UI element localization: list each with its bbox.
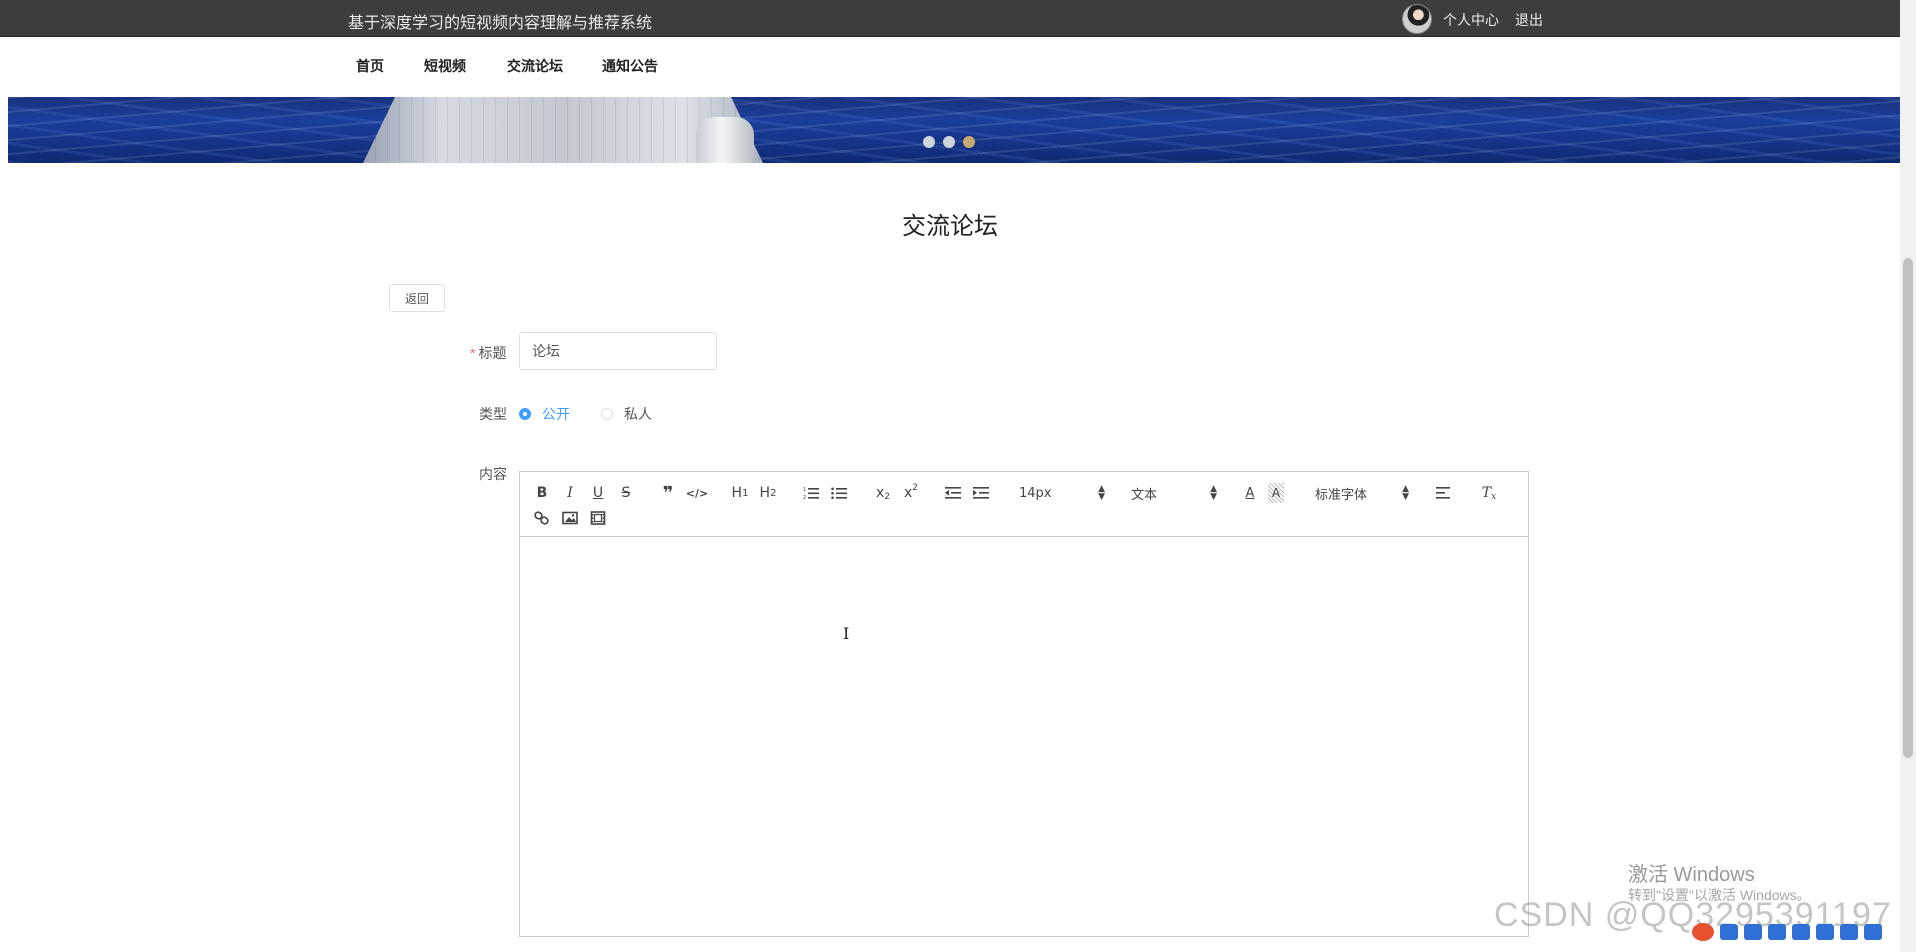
subscript-icon[interactable]: x2 xyxy=(874,483,892,503)
h2-icon[interactable]: H2 xyxy=(758,483,778,503)
ime-tray xyxy=(1692,922,1888,942)
required-asterisk: * xyxy=(470,345,476,361)
video-icon[interactable] xyxy=(590,508,606,528)
superscript-icon[interactable]: x2 xyxy=(902,483,920,503)
carousel-dot-2[interactable] xyxy=(943,136,955,148)
type-label: 类型 xyxy=(479,406,507,422)
font-family-picker[interactable]: 标准字体 ▲ ▼ xyxy=(1315,483,1409,503)
type-radio-private[interactable]: 私人 xyxy=(601,404,652,424)
editor-toolbar: B I U S ❞ </> H1 H2 12 x2 x2 14px ▲ ▼ 文本 … xyxy=(520,472,1528,537)
chevron-updown-icon: ▲ ▼ xyxy=(1402,484,1409,502)
code-block-icon[interactable]: </> xyxy=(686,483,708,503)
underline-icon[interactable]: U xyxy=(590,483,606,503)
nav-item-forum[interactable]: 交流论坛 xyxy=(507,56,563,76)
ime-mode-icon[interactable] xyxy=(1720,924,1738,940)
logout-link[interactable]: 退出 xyxy=(1515,10,1543,30)
type-radio-public-label: 公开 xyxy=(542,406,570,422)
ime-tools-icon[interactable] xyxy=(1840,924,1858,940)
nav-item-home[interactable]: 首页 xyxy=(356,56,384,76)
header-picker[interactable]: 文本 ▲ ▼ xyxy=(1131,483,1217,503)
background-color-icon[interactable]: A xyxy=(1268,483,1284,503)
bullet-list-icon[interactable] xyxy=(831,483,847,503)
chevron-updown-icon: ▲ ▼ xyxy=(1098,484,1105,502)
blockquote-icon[interactable]: ❞ xyxy=(660,483,676,504)
align-icon[interactable] xyxy=(1436,483,1452,503)
chevron-updown-icon: ▲ ▼ xyxy=(1210,484,1217,502)
page-title: 交流论坛 xyxy=(902,213,998,240)
font-size-picker[interactable]: 14px ▲ ▼ xyxy=(1019,483,1105,503)
banner-carousel xyxy=(8,97,1900,163)
title-label: * 标题 xyxy=(470,343,506,363)
site-title: 基于深度学习的短视频内容理解与推荐系统 xyxy=(348,15,653,32)
main-nav: 首页 短视频 交流论坛 通知公告 xyxy=(0,37,1916,97)
scrollbar-thumb[interactable] xyxy=(1903,258,1913,758)
rich-text-editor: B I U S ❞ </> H1 H2 12 x2 x2 14px ▲ ▼ 文本 … xyxy=(519,471,1529,937)
editor-content-area[interactable] xyxy=(520,537,1528,936)
content-label: 内容 xyxy=(479,466,507,482)
type-radio-private-label: 私人 xyxy=(624,406,652,422)
radio-circle[interactable] xyxy=(601,408,613,420)
banner-bollard-image xyxy=(696,117,754,163)
ime-keyboard-icon[interactable] xyxy=(1792,924,1810,940)
banner-water-texture xyxy=(8,97,1900,163)
ordered-list-icon[interactable]: 12 xyxy=(803,483,819,503)
carousel-dot-3[interactable] xyxy=(963,136,975,148)
title-input[interactable] xyxy=(519,332,717,370)
image-icon[interactable] xyxy=(562,508,578,528)
ime-skin-icon[interactable] xyxy=(1816,924,1834,940)
font-size-picker-value: 14px xyxy=(1019,485,1052,501)
text-cursor-icon: I xyxy=(843,624,850,643)
user-center-link[interactable]: 个人中心 xyxy=(1443,10,1499,30)
header-picker-value: 文本 xyxy=(1131,487,1158,503)
strike-icon[interactable]: S xyxy=(618,483,634,503)
nav-item-notice[interactable]: 通知公告 xyxy=(602,56,658,76)
font-color-icon[interactable]: A xyxy=(1242,483,1258,503)
indent-icon[interactable] xyxy=(973,483,989,503)
bold-icon[interactable]: B xyxy=(534,483,550,503)
font-family-picker-value: 标准字体 xyxy=(1315,487,1368,503)
user-avatar[interactable] xyxy=(1402,4,1432,34)
italic-icon[interactable]: I xyxy=(562,483,578,503)
svg-text:1: 1 xyxy=(803,487,806,493)
ime-grid-icon[interactable] xyxy=(1864,924,1882,940)
windows-activation-title: 激活 Windows xyxy=(1628,864,1755,886)
type-radio-public[interactable]: 公开 xyxy=(519,404,570,424)
back-button[interactable]: 返回 xyxy=(389,284,445,312)
ime-mic-icon[interactable] xyxy=(1768,924,1786,940)
ime-logo-icon[interactable] xyxy=(1692,923,1714,941)
svg-text:2: 2 xyxy=(803,495,806,500)
page-scrollbar[interactable] xyxy=(1900,0,1916,952)
carousel-dot-1[interactable] xyxy=(923,136,935,148)
clear-format-icon[interactable]: Tx xyxy=(1480,483,1498,503)
h1-icon[interactable]: H1 xyxy=(730,483,750,503)
nav-item-short-video[interactable]: 短视频 xyxy=(424,56,466,76)
radio-circle[interactable] xyxy=(519,408,531,420)
outdent-icon[interactable] xyxy=(945,483,961,503)
link-icon[interactable] xyxy=(534,508,550,528)
top-bar: 基于深度学习的短视频内容理解与推荐系统 个人中心 退出 xyxy=(0,0,1916,37)
ime-punct-icon[interactable] xyxy=(1744,924,1762,940)
title-label-text: 标题 xyxy=(478,345,507,361)
